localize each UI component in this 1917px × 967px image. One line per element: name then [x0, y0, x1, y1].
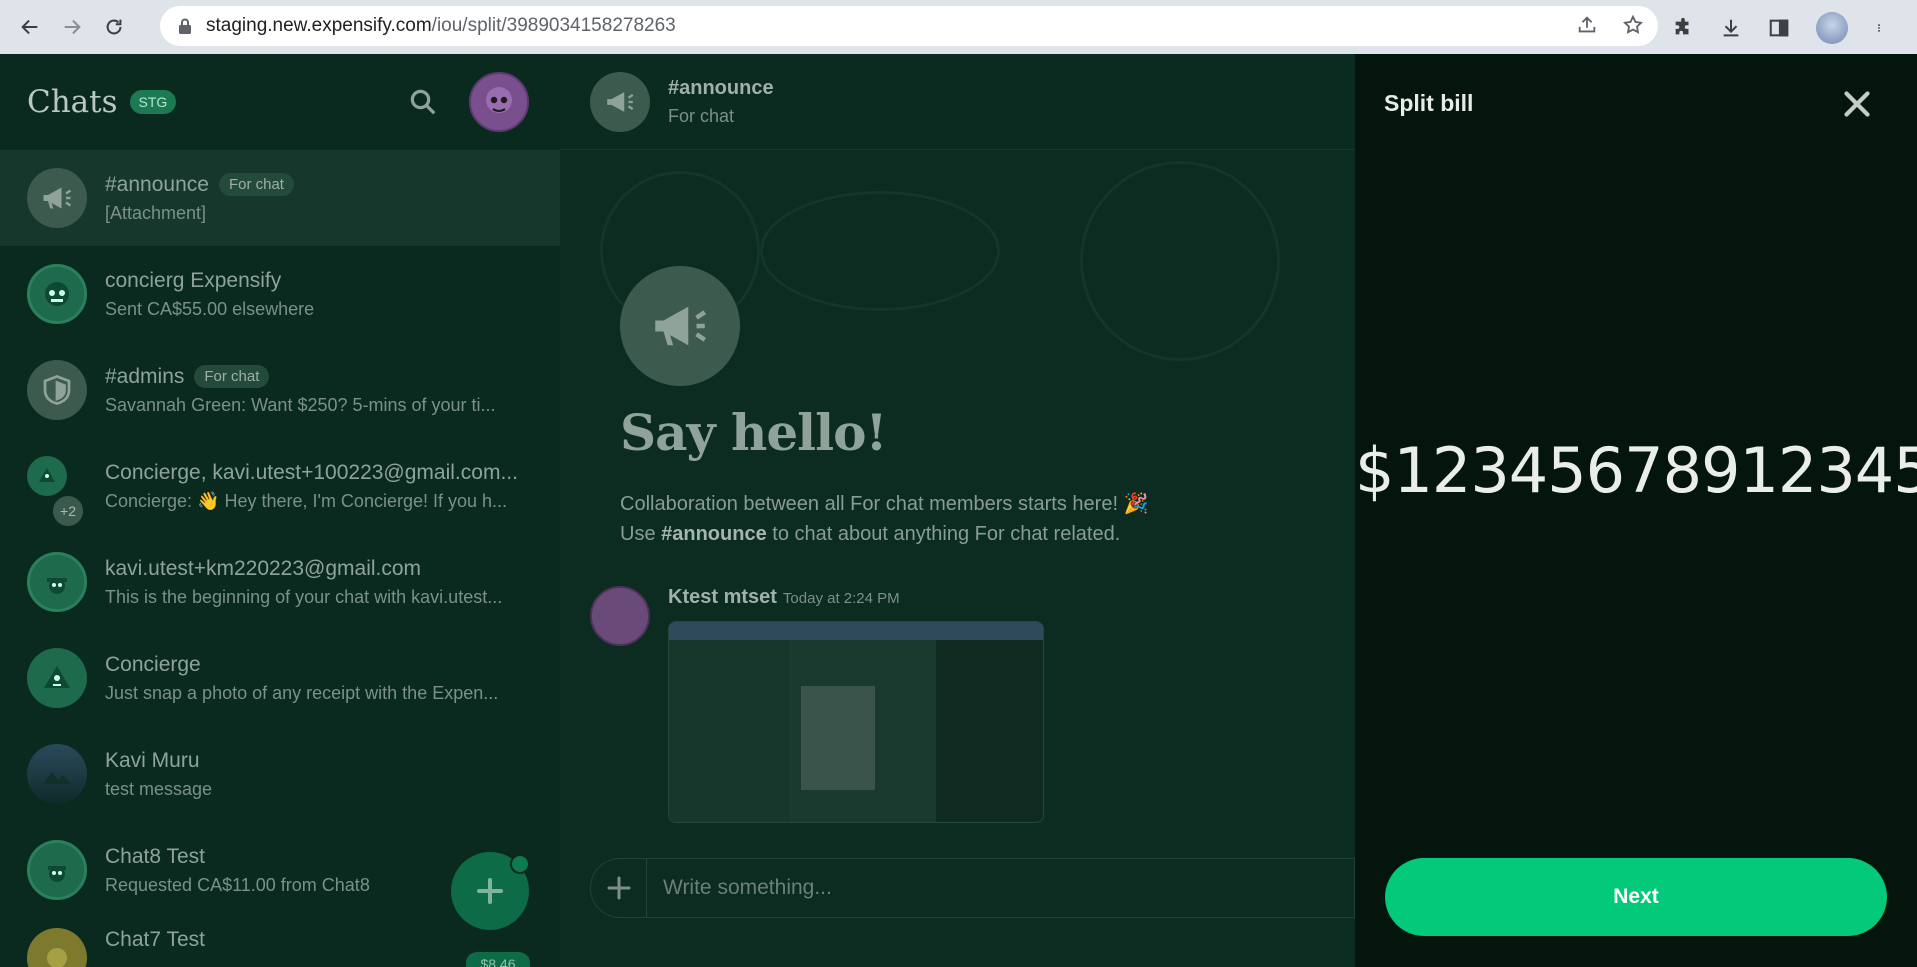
chat-item-concierge[interactable]: Concierge Just snap a photo of any recei…	[0, 630, 560, 726]
attachment-image[interactable]	[668, 621, 1044, 823]
star-icon[interactable]	[1622, 14, 1644, 36]
chat-preview: Savannah Green: Want $250? 5-mins of you…	[105, 394, 496, 415]
chat-name: Chat7 Test	[105, 928, 206, 951]
chat-item-admins[interactable]: #admins For chat Savannah Green: Want $2…	[0, 342, 560, 438]
attachment-thumb-topbar	[669, 622, 1043, 640]
chat-name: Concierge	[105, 652, 201, 676]
chat-name: kavi.utest+km220223@gmail.com	[105, 556, 422, 580]
chat-preview: Concierge: 👋 Hey there, I'm Concierge! I…	[105, 490, 508, 511]
message-composer[interactable]: Write something...	[590, 858, 1355, 918]
browser-profile-avatar[interactable]	[1816, 12, 1848, 44]
message-timestamp: Today at 2:24 PM	[782, 590, 900, 607]
chat-name: Concierge, kavi.utest+100223@gmail.com..…	[105, 460, 518, 484]
sidebar-header: Chats STG	[0, 54, 560, 150]
concierge-icon	[27, 648, 87, 708]
back-icon[interactable]	[14, 11, 46, 43]
concierge-icon	[27, 456, 67, 496]
forward-icon[interactable]	[56, 11, 88, 43]
browser-toolbar: staging.new.expensify.com/iou/split/3989…	[0, 0, 1917, 54]
share-icon[interactable]	[1576, 14, 1598, 36]
sidebar: Chats STG #announce For chat [Attachment…	[0, 54, 560, 967]
panel-title: Split bill	[1384, 90, 1474, 116]
app-root: Chats STG #announce For chat [Attachment…	[0, 54, 1917, 967]
chat-item-kavi-km220223[interactable]: kavi.utest+km220223@gmail.com This is th…	[0, 534, 560, 630]
welcome-heading: Say hello!	[620, 403, 887, 462]
chat-name: Chat8 Test	[105, 844, 206, 868]
plus-icon	[477, 878, 503, 904]
chat-preview: [Attachment]	[105, 202, 207, 223]
composer-add-button[interactable]	[591, 859, 647, 917]
chat-item-concierge-group[interactable]: +2 Concierge, kavi.utest+100223@gmail.co…	[0, 438, 560, 534]
attachment-thumb-panel	[936, 640, 1043, 822]
background-decoration	[1080, 161, 1280, 361]
chat-preview: This is the beginning of your chat with …	[105, 586, 503, 607]
welcome-line-2-pre: Use	[620, 523, 662, 545]
chat-item-concierg-expensify[interactable]: concierg Expensify Sent CA$55.00 elsewhe…	[0, 246, 560, 342]
chat-body: Say hello! Collaboration between all For…	[560, 151, 1355, 967]
welcome-line-2: Use #announce to chat about anything For…	[620, 519, 1148, 549]
url-path: /iou/split/3989034158278263	[431, 15, 676, 36]
chat-item-kavi-muru[interactable]: Kavi Muru test message	[0, 726, 560, 822]
amount-pill: $8.46	[466, 952, 530, 967]
chat-preview: Sent CA$55.00 elsewhere	[105, 298, 315, 319]
channel-mention[interactable]: #announce	[661, 523, 767, 545]
sidebar-title: Chats	[27, 84, 118, 120]
chat-header-title: #announce	[668, 76, 774, 99]
attachment-thumb-sidebar	[669, 640, 789, 822]
fab-indicator-dot	[510, 854, 530, 874]
url-host: staging.new.expensify.com	[206, 15, 432, 36]
more-menu-icon[interactable]	[1874, 17, 1884, 39]
welcome-message: Collaboration between all For chat membe…	[620, 489, 1148, 549]
chat-header-subtitle: For chat	[668, 105, 735, 126]
search-icon[interactable]	[408, 87, 438, 117]
welcome-line-1: Collaboration between all For chat membe…	[620, 493, 1149, 515]
chat-message: Ktest mtset Today at 2:24 PM	[590, 586, 1044, 823]
chat-badge: For chat	[218, 173, 294, 196]
split-bill-panel: Split bill $12345678912345678 Next	[1355, 54, 1917, 967]
plus-icon	[607, 876, 630, 900]
user-avatar[interactable]	[469, 72, 529, 132]
user-avatar-face-icon	[486, 87, 512, 113]
reload-icon[interactable]	[98, 11, 130, 43]
composer-input[interactable]: Write something...	[663, 876, 832, 900]
chat-name: #admins	[105, 364, 185, 388]
welcome-line-2-post: to chat about anything For chat related.	[766, 523, 1121, 545]
chat-preview: test message	[105, 778, 213, 799]
amount-input[interactable]: $12345678912345678	[1355, 434, 1917, 507]
close-icon[interactable]	[1839, 86, 1875, 122]
sidepanel-icon[interactable]	[1768, 17, 1790, 39]
chat-name: concierg Expensify	[105, 268, 282, 292]
robot-icon	[27, 840, 87, 900]
chat-badge: For chat	[194, 365, 270, 388]
participant-count: +2	[51, 494, 85, 528]
chat-main: #announce For chat Say hello! Collaborat…	[560, 54, 1355, 967]
download-icon[interactable]	[1720, 17, 1742, 39]
chat-preview: Just snap a photo of any receipt with th…	[105, 682, 499, 703]
chat-list: #announce For chat [Attachment] concierg…	[0, 150, 560, 967]
shield-icon	[27, 360, 87, 420]
env-badge: STG	[129, 90, 177, 114]
photo-icon	[27, 744, 87, 804]
background-decoration	[760, 191, 1000, 311]
chat-header[interactable]: #announce For chat	[560, 54, 1355, 150]
robot-icon	[27, 928, 87, 967]
megaphone-icon	[620, 266, 740, 386]
chat-name: Kavi Muru	[105, 748, 200, 772]
megaphone-icon	[27, 168, 87, 228]
message-author-avatar[interactable]	[590, 586, 650, 646]
extensions-icon[interactable]	[1672, 17, 1694, 39]
address-bar[interactable]: staging.new.expensify.com/iou/split/3989…	[160, 6, 1658, 46]
next-button[interactable]: Next	[1385, 858, 1887, 936]
megaphone-icon	[590, 71, 650, 132]
chat-name: #announce	[105, 172, 209, 196]
robot-icon	[27, 552, 87, 612]
message-author[interactable]: Ktest mtset	[668, 586, 777, 608]
lock-icon	[179, 18, 191, 34]
attachment-thumb-content	[801, 686, 875, 790]
chat-item-announce[interactable]: #announce For chat [Attachment]	[0, 150, 560, 246]
robot-icon	[27, 264, 87, 324]
